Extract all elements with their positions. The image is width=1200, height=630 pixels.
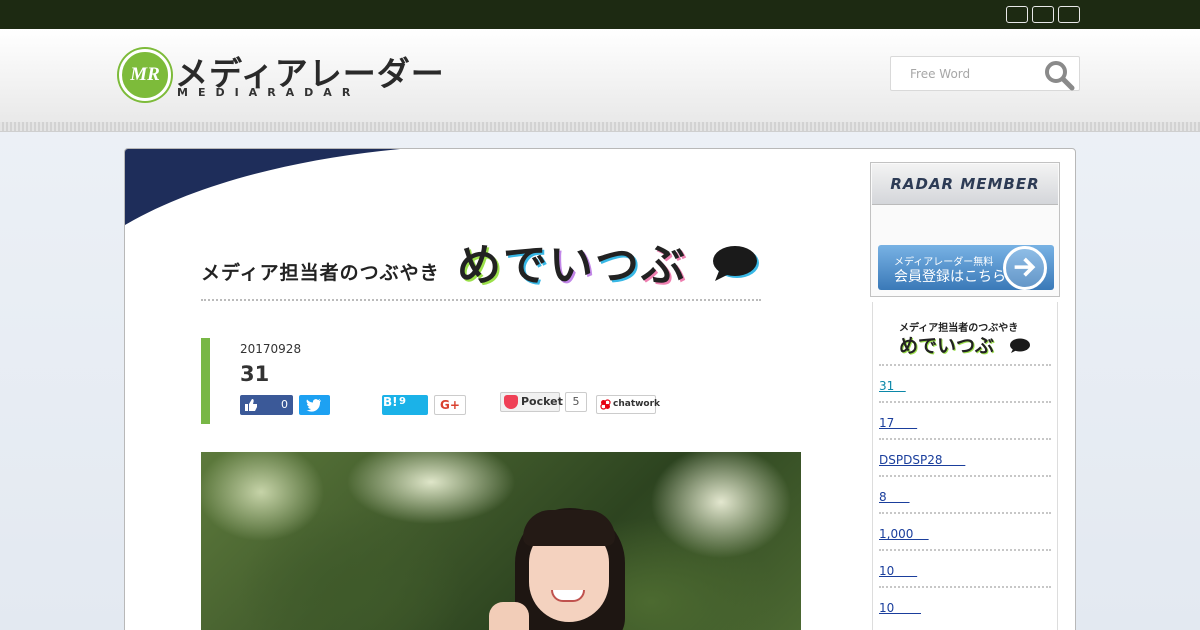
twitter-share-button[interactable] [299, 395, 330, 415]
search-box [890, 56, 1080, 91]
top-bar-button-3[interactable] [1058, 6, 1080, 23]
article-list: 31 17 DSPDSP28 8 1,000 10 10 [879, 364, 1051, 623]
list-item[interactable]: 1,000 [879, 512, 1051, 549]
pocket-icon [504, 395, 518, 409]
search-icon[interactable] [1042, 59, 1076, 91]
banner-char: い [549, 240, 595, 291]
twitter-bird-icon [306, 399, 321, 412]
header-stripe [0, 122, 1200, 132]
thumbs-up-icon [245, 399, 257, 411]
logo-mark-icon: MR [119, 49, 171, 101]
arrow-right-icon [1003, 246, 1047, 290]
banner-char: で [503, 240, 549, 291]
banner-small-text: メディア担当者のつぶやき [201, 262, 440, 284]
list-banner[interactable]: メディア担当者のつぶやき めでいつぶ [893, 316, 1043, 358]
chatwork-icon [600, 399, 611, 410]
facebook-count: 0 [281, 398, 288, 411]
radar-member-box: RADAR MEMBER メディアレーダー無料 会員登録はこちら [870, 162, 1060, 297]
speech-bubble-icon [1010, 338, 1030, 353]
list-item[interactable]: 17 [879, 401, 1051, 438]
post-meta: 20170928 31 0 B! 9 G+ Pocket 5 chatwork [201, 338, 701, 424]
photo-fist [489, 602, 529, 630]
hatena-count: 9 [399, 396, 406, 407]
post-hero-image [201, 452, 801, 630]
search-input[interactable] [891, 57, 1041, 90]
speech-bubble-icon [713, 246, 759, 281]
post-title: 31 [240, 362, 270, 386]
hatena-label: B! [383, 395, 398, 409]
list-item[interactable]: 31 [879, 364, 1051, 401]
sidebar: RADAR MEMBER メディアレーダー無料 会員登録はこちら メディア担当者… [870, 162, 1060, 630]
banner-big-text: めでいつぶ [457, 241, 687, 291]
list-item[interactable]: 8 [879, 475, 1051, 512]
photo-fringe [523, 510, 615, 546]
corner-decoration [125, 149, 400, 225]
pocket-count: 5 [565, 392, 587, 412]
chatwork-button[interactable]: chatwork [596, 395, 660, 414]
top-bar [0, 0, 1200, 29]
chatwork-label: chatwork [613, 399, 661, 409]
banner-char: ぶ [641, 240, 687, 291]
hatena-bookmark-button[interactable]: B! 9 [382, 395, 428, 415]
member-button-line2: 会員登録はこちら [894, 269, 1006, 285]
pocket-button[interactable]: Pocket [500, 392, 563, 412]
googleplus-button[interactable]: G+ [434, 395, 466, 415]
banner-char: つ [595, 240, 641, 291]
list-item[interactable]: 10 [879, 549, 1051, 586]
logo-subtext: MEDIARADAR [177, 86, 361, 99]
top-bar-button-2[interactable] [1032, 6, 1054, 23]
pocket-label: Pocket [521, 395, 563, 408]
medeitsubu-banner: メディア担当者のつぶやき めでいつぶ [201, 241, 761, 301]
site-logo[interactable]: MR メディアレーダー MEDIARADAR [119, 47, 449, 105]
banner-char: め [457, 240, 503, 291]
facebook-like-button[interactable]: 0 [240, 395, 293, 415]
list-item[interactable]: DSPDSP28 [879, 438, 1051, 475]
post-date: 20170928 [240, 342, 302, 356]
radar-member-title: RADAR MEMBER [872, 164, 1058, 205]
list-banner-big: めでいつぶ [899, 335, 995, 357]
medeitsubu-list: メディア担当者のつぶやき めでいつぶ 31 17 DSPDSP28 8 1,00… [872, 302, 1058, 630]
list-item[interactable]: 10 [879, 586, 1051, 623]
member-register-button[interactable]: メディアレーダー無料 会員登録はこちら [878, 245, 1054, 290]
top-bar-button-1[interactable] [1006, 6, 1028, 23]
